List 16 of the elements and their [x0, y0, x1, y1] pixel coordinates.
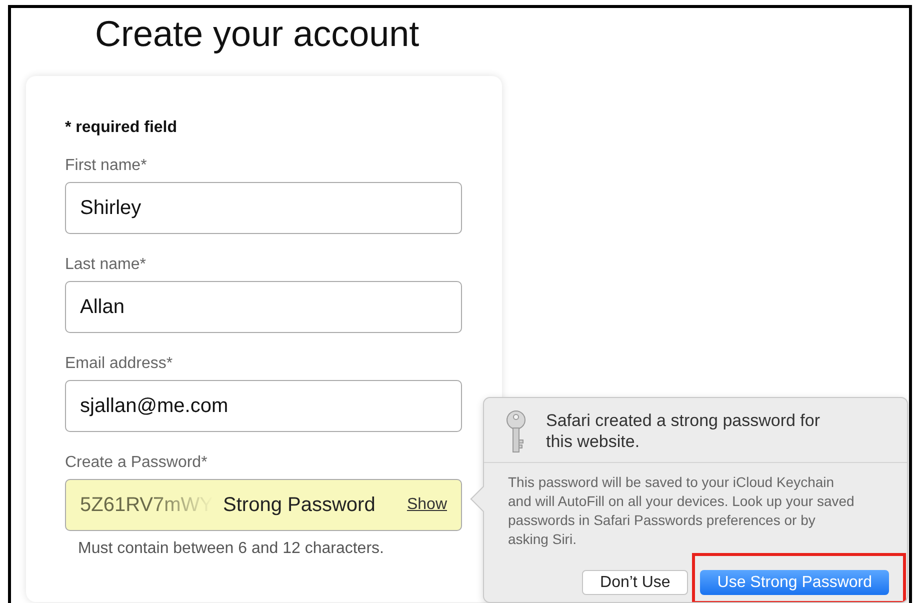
dont-use-button[interactable]: Don’t Use [582, 570, 688, 595]
page-title: Create your account [95, 12, 420, 56]
field-hint: Must contain between 6 and 12 characters. [78, 539, 385, 559]
text-field[interactable]: Allan [65, 281, 462, 333]
popover-message: This password will be saved to your iCloud Keychain and will AutoFill on all your devices. Look up your saved passwords in Safari Passwords preferences or by asking Siri. [507, 473, 856, 549]
required-note: * required field [65, 118, 178, 138]
field-label: First name* [65, 156, 148, 176]
field-label: Create a Password* [65, 453, 208, 473]
field-label: Last name* [65, 255, 147, 275]
text-field[interactable]: sjallan@me.com [65, 380, 462, 432]
field-label: Email address* [65, 354, 174, 374]
show-link[interactable]: Show [406, 493, 447, 517]
key-icon [504, 410, 528, 454]
strength-label: Strong Password [223, 493, 376, 518]
text-field[interactable]: Shirley [65, 182, 462, 234]
popover-title: Safari created a strong password for this website. [546, 410, 822, 452]
